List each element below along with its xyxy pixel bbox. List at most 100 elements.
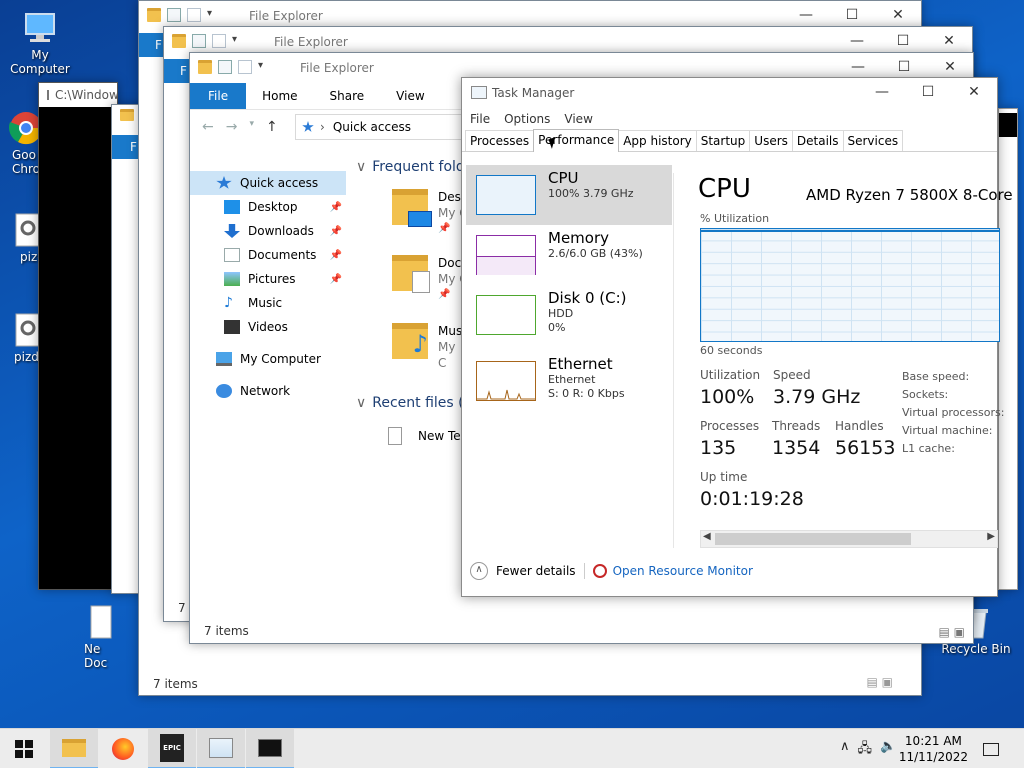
disk-sparkline [476,295,536,335]
new-folder-icon[interactable] [212,34,226,48]
pin-icon[interactable]: 📌 [330,202,342,213]
pictures-icon [224,272,240,286]
tab-services[interactable]: Services [842,130,904,151]
ribbon-tab-view[interactable]: View [380,83,440,109]
cmd-window[interactable]: C:\Windows\ [38,82,118,590]
view-toggle-icons[interactable]: ▤ ▣ [939,625,966,639]
recent-files-header[interactable]: ∨ Recent files (1 [356,395,473,411]
network-icon[interactable]: 🖧 [858,739,873,761]
view-toggle-icons[interactable]: ▤ ▣ [867,675,894,689]
tab-details[interactable]: Details [791,130,844,151]
taskbar-epic-games[interactable]: EPIC [148,729,196,768]
tab-processes[interactable]: Processes [465,130,535,151]
tab-startup[interactable]: Startup [695,130,751,151]
nav-item-documents[interactable]: Documents 📌 [190,243,346,267]
resource-disk[interactable]: Disk 0 (C:) HDD 0% [466,285,672,345]
taskbar-file-explorer[interactable] [50,729,98,768]
folder-tile-desktop[interactable]: Desk My C 📌 [392,189,468,234]
clock[interactable]: 10:21 AM 11/11/2022 [899,733,968,765]
nav-item-music[interactable]: ♪ Music [190,291,346,315]
ribbon-tab-share[interactable]: Share [314,83,381,109]
taskbar-firefox[interactable] [99,729,147,768]
resource-detail: HDD [548,307,574,320]
nav-item-videos[interactable]: Videos [190,315,346,339]
close-button[interactable]: ✕ [951,78,997,108]
back-arrow-icon[interactable]: ← [202,119,214,135]
text-file-icon [388,427,402,445]
nav-item-pictures[interactable]: Pictures 📌 [190,267,346,291]
tab-app-history[interactable]: App history [618,130,697,151]
chevron-right-icon[interactable]: › [320,120,325,134]
chevron-down-icon[interactable]: ▾ [207,8,221,22]
tab-users[interactable]: Users [749,130,793,151]
open-resource-monitor-link[interactable]: Open Resource Monitor [613,564,753,578]
new-folder-icon[interactable] [238,60,252,74]
nav-item-label: Videos [248,320,288,334]
chevron-down-icon[interactable]: ▾ [258,60,272,74]
text-file-icon [83,604,119,640]
desktop-icon-label: Recycle Bin [941,642,1011,656]
fewer-details-link[interactable]: Fewer details [496,564,576,578]
resource-cpu[interactable]: CPU 100% 3.79 GHz [466,165,672,225]
tab-performance[interactable]: Performance [533,129,620,152]
folder-tile-music[interactable]: ♪ Musi My C [392,323,466,370]
maximize-button[interactable]: ☐ [905,78,951,108]
nav-item-desktop[interactable]: Desktop 📌 [190,195,346,219]
taskbar-cmd[interactable] [246,729,294,768]
ribbon-tab-home[interactable]: Home [246,83,313,109]
new-folder-icon[interactable] [187,8,201,22]
volume-icon[interactable]: 🔈 [880,739,896,761]
speed-value: 3.79 GHz [773,386,861,408]
desktop-icon-my-computer[interactable]: My Computer [0,10,80,76]
pin-icon[interactable]: 📌 [330,274,342,285]
properties-icon[interactable] [218,60,232,74]
uptime-value: 0:01:19:28 [700,488,804,510]
task-manager-window[interactable]: Task Manager — ☐ ✕ File Options View Proce… [461,77,1013,597]
scrollbar-thumb[interactable] [715,533,911,545]
cpu-specs-labels: Base speed: Sockets: Virtual processors:… [902,368,1004,458]
menu-file[interactable]: File [470,112,490,126]
ribbon-tab-file[interactable]: File [190,83,247,109]
background-window-edge[interactable] [998,108,1018,590]
up-arrow-icon[interactable]: ↑ [266,119,278,135]
minimize-button[interactable]: — [859,78,905,108]
pin-icon[interactable]: 📌 [330,226,342,237]
folder-icon [147,8,161,22]
nav-item-downloads[interactable]: Downloads 📌 [190,219,346,243]
horizontal-scrollbar[interactable]: ◀ ▶ [700,530,998,548]
scroll-left-icon[interactable]: ◀ [703,531,711,542]
menu-options[interactable]: Options [504,112,550,126]
nav-item-label: Music [248,296,283,310]
recent-file-item[interactable]: New Tex [388,427,468,445]
scroll-right-icon[interactable]: ▶ [987,531,995,542]
desktop-icon-new-doc[interactable]: Ne Doc [66,604,136,670]
chevron-down-icon[interactable]: ∨ [356,395,366,411]
folder-tile-documents[interactable]: Docu My C 📌 [392,255,469,300]
properties-icon[interactable] [167,8,181,22]
start-button[interactable] [0,729,48,768]
cmd-icon [47,90,49,100]
utilization-label: Utilization [700,368,761,382]
forward-arrow-icon[interactable]: → [226,119,238,135]
threads-value: 1354 [772,437,821,459]
section-title: Recent files (1 [372,395,473,411]
taskbar-task-manager[interactable] [197,729,245,768]
nav-item-my-computer[interactable]: My Computer [190,347,346,371]
chevron-down-icon[interactable]: ∨ [356,159,366,175]
pin-icon[interactable]: 📌 [330,250,342,261]
resource-memory[interactable]: Memory 2.6/6.0 GB (43%) [466,225,672,285]
resource-detail-2: S: 0 R: 0 Kbps [548,387,625,400]
nav-item-label: Downloads [248,224,314,238]
chevron-up-icon[interactable]: ∧ [470,562,488,580]
chevron-up-icon[interactable]: ∧ [840,739,850,761]
nav-item-quick-access[interactable]: Quick access [190,171,346,195]
nav-item-network[interactable]: Network [190,379,346,403]
recent-locations-icon[interactable]: ▾ [249,119,254,135]
chevron-down-icon[interactable]: ▾ [232,34,246,48]
documents-icon [224,248,240,262]
resource-ethernet[interactable]: Ethernet Ethernet S: 0 R: 0 Kbps [466,351,672,411]
properties-icon[interactable] [192,34,206,48]
window-title: File Explorer [249,9,323,23]
menu-view[interactable]: View [564,112,592,126]
notification-center-button[interactable] [968,729,1014,768]
